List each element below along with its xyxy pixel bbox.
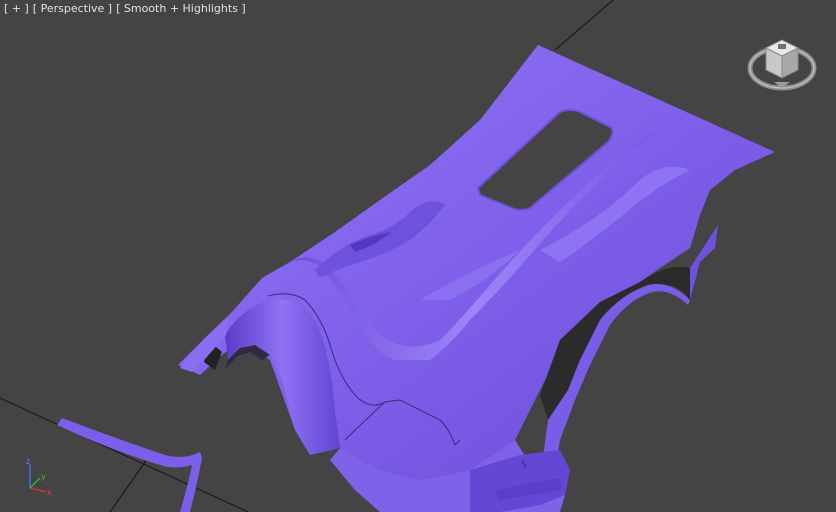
viewport-perspective[interactable]: [ + ] [ Perspective ] [ Smooth + Highlig… bbox=[0, 0, 836, 512]
viewport-view-label[interactable]: [ Perspective ] bbox=[33, 2, 112, 15]
viewport-label: [ + ] [ Perspective ] [ Smooth + Highlig… bbox=[4, 2, 246, 15]
viewport-menu-plus[interactable]: [ + ] bbox=[4, 2, 29, 15]
viewport-scene[interactable] bbox=[0, 0, 836, 512]
y-axis-label: y bbox=[41, 472, 46, 481]
axis-tripod: z y x bbox=[26, 457, 52, 497]
viewcube-icon[interactable] bbox=[746, 30, 818, 96]
z-axis-label: z bbox=[26, 457, 30, 466]
car-body-model[interactable] bbox=[178, 45, 775, 512]
x-axis-label: x bbox=[47, 488, 52, 497]
y-axis-line bbox=[29, 477, 41, 489]
detached-panel-strip[interactable] bbox=[57, 418, 202, 512]
x-axis-line bbox=[29, 487, 47, 493]
viewport-shading-label[interactable]: [ Smooth + Highlights ] bbox=[116, 2, 246, 15]
